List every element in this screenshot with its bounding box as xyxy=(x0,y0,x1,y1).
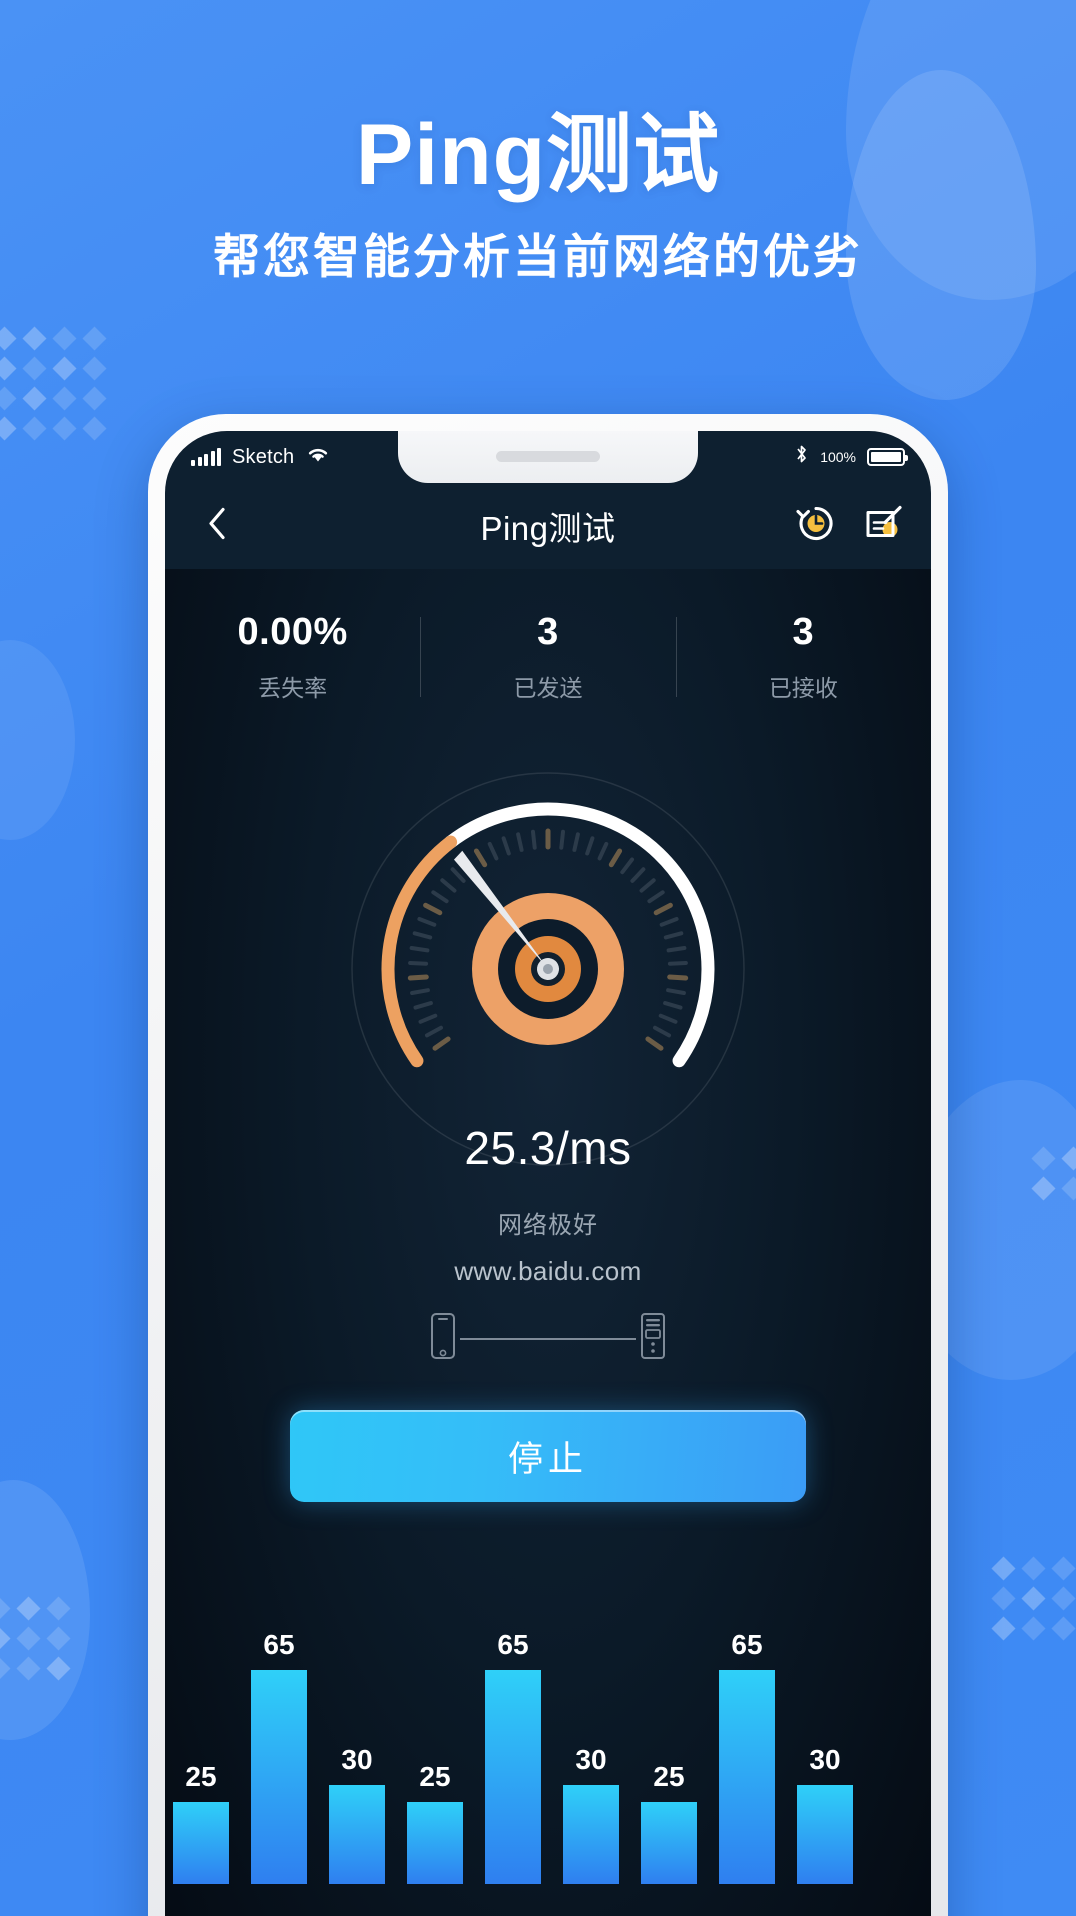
app-content: 0.00% 丢失率 3 已发送 3 已接收 25.3/ms 网络极好 www.b… xyxy=(165,569,931,1916)
mobile-phone-icon xyxy=(426,1311,460,1366)
stat-sent: 3 已发送 xyxy=(420,611,675,703)
decorative-blob xyxy=(0,640,75,840)
bar-column: 25 xyxy=(407,1584,463,1884)
bar-value-label: 65 xyxy=(731,1629,763,1661)
target-host: www.baidu.com xyxy=(454,1256,642,1286)
phone-mockup: Sketch 100% Ping测试 0.00% 丢失率 3 已发送 3 已接收… xyxy=(148,414,948,1916)
bar xyxy=(797,1785,853,1884)
bar-value-label: 30 xyxy=(575,1744,607,1776)
stat-label: 丢失率 xyxy=(258,675,328,701)
bar-column: 30 xyxy=(329,1584,385,1884)
latency-gauge-section: 25.3/ms xyxy=(165,769,931,1175)
bar-column: 65 xyxy=(719,1584,775,1884)
decorative-dot-grid xyxy=(1031,1146,1076,1201)
latency-gauge xyxy=(348,769,748,1169)
hero-title: Ping测试 xyxy=(355,107,721,203)
stat-value: 3 xyxy=(537,611,559,653)
bar-value-label: 30 xyxy=(341,1744,373,1776)
stat-value: 0.00% xyxy=(237,611,348,653)
bar xyxy=(329,1785,385,1884)
bar-value-label: 25 xyxy=(185,1760,217,1792)
history-clock-icon[interactable] xyxy=(795,503,837,550)
bar xyxy=(563,1785,619,1884)
bar-column: 30 xyxy=(563,1584,619,1884)
chevron-left-icon xyxy=(207,507,227,545)
phone-speaker xyxy=(496,451,600,462)
stat-received: 3 已接收 xyxy=(675,611,931,703)
decorative-dot-grid xyxy=(0,326,107,441)
network-info: 网络极好 www.baidu.com xyxy=(165,1205,931,1366)
bar-column: 65 xyxy=(485,1584,541,1884)
carrier-label: Sketch xyxy=(232,445,295,468)
bar-value-label: 65 xyxy=(497,1629,529,1661)
stat-loss-rate: 0.00% 丢失率 xyxy=(165,611,420,703)
stat-value: 3 xyxy=(792,611,815,653)
edit-note-icon[interactable] xyxy=(863,503,905,550)
latency-bar-chart: 25 65 30 25 65 30 25 65 30 xyxy=(165,1584,931,1884)
bar xyxy=(251,1670,307,1884)
stop-button[interactable]: 停止 xyxy=(290,1410,806,1502)
wifi-icon xyxy=(305,444,331,470)
ping-stats-row: 0.00% 丢失率 3 已发送 3 已接收 xyxy=(165,611,931,703)
bar xyxy=(173,1801,229,1884)
network-quality-label: 网络极好 xyxy=(498,1212,598,1239)
server-tower-icon xyxy=(636,1311,670,1366)
bar-value-label: 25 xyxy=(653,1760,685,1792)
connection-diagram xyxy=(165,1311,931,1366)
stat-label: 已发送 xyxy=(513,675,583,701)
bar-column: 25 xyxy=(641,1584,697,1884)
bluetooth-icon xyxy=(794,443,809,471)
decorative-dot-grid xyxy=(991,1556,1076,1641)
hero-section: Ping测试 帮您智能分析当前网络的优劣 xyxy=(0,110,1076,287)
stat-label: 已接收 xyxy=(768,675,838,701)
bar-column: 65 xyxy=(251,1584,307,1884)
bar xyxy=(719,1670,775,1884)
connection-line xyxy=(460,1337,636,1340)
bar-value-label: 25 xyxy=(419,1760,451,1792)
decorative-dot-grid xyxy=(0,1596,71,1681)
page-title: Ping测试 xyxy=(480,510,616,547)
bar xyxy=(407,1801,463,1884)
bar xyxy=(485,1670,541,1884)
battery-full-icon xyxy=(867,448,908,466)
bar-value-label: 65 xyxy=(263,1629,295,1661)
bar-column: 30 xyxy=(797,1584,853,1884)
phone-screen: Sketch 100% Ping测试 0.00% 丢失率 3 已发送 3 已接收… xyxy=(165,431,931,1916)
bar-column: 25 xyxy=(173,1584,229,1884)
bar xyxy=(641,1801,697,1884)
app-nav-bar: Ping测试 xyxy=(165,483,931,569)
back-button[interactable] xyxy=(191,497,243,556)
battery-percent-label: 100% xyxy=(820,449,856,465)
signal-bars-icon xyxy=(191,448,221,466)
hero-subtitle: 帮您智能分析当前网络的优劣 xyxy=(213,230,863,284)
bar-value-label: 30 xyxy=(809,1744,841,1776)
